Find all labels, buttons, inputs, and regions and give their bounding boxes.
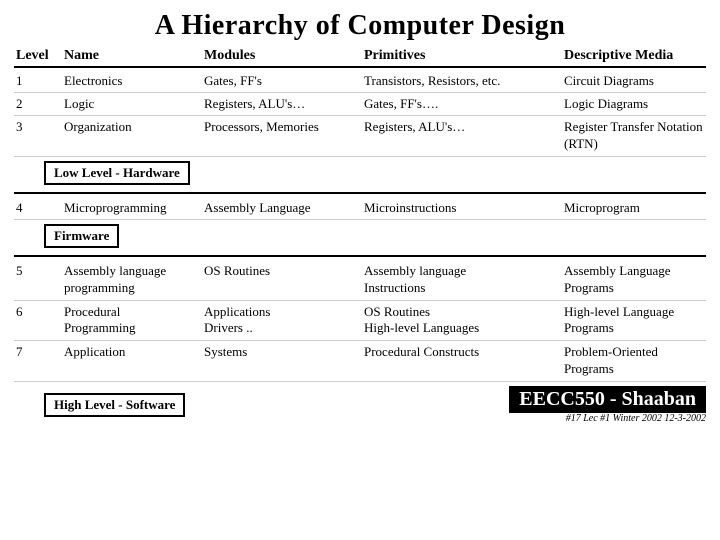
col-descriptive-media: Descriptive Media [562, 48, 720, 64]
col-name: Name [62, 48, 202, 64]
footer-small: #17 Lec #1 Winter 2002 12-3-2002 [566, 413, 706, 424]
table-row: 2 Logic Registers, ALU's… Gates, FF's…. … [14, 93, 706, 116]
high-level-label: High Level - Software [44, 393, 185, 417]
table-row: 1 Electronics Gates, FF's Transistors, R… [14, 70, 706, 93]
footer: High Level - Software EECC550 - Shaaban … [14, 386, 706, 424]
footer-badge: EECC550 - Shaaban [509, 386, 706, 413]
col-primitives: Primitives [362, 48, 562, 64]
table-header: Level Name Modules Primitives Descriptiv… [14, 48, 706, 68]
col-level: Level [14, 48, 62, 64]
low-level-label: Low Level - Hardware [44, 161, 190, 185]
table-row: 6 Procedural Programming Applications Dr… [14, 301, 706, 342]
page-title: A Hierarchy of Computer Design [14, 10, 706, 42]
table-row: 3 Organization Processors, Memories Regi… [14, 116, 706, 157]
col-modules: Modules [202, 48, 362, 64]
firmware-label: Firmware [44, 224, 119, 248]
table-row: 5 Assembly language programming OS Routi… [14, 260, 706, 301]
table-row: 4 Microprogramming Assembly Language Mic… [14, 197, 706, 220]
table-row: 7 Application Systems Procedural Constru… [14, 341, 706, 382]
